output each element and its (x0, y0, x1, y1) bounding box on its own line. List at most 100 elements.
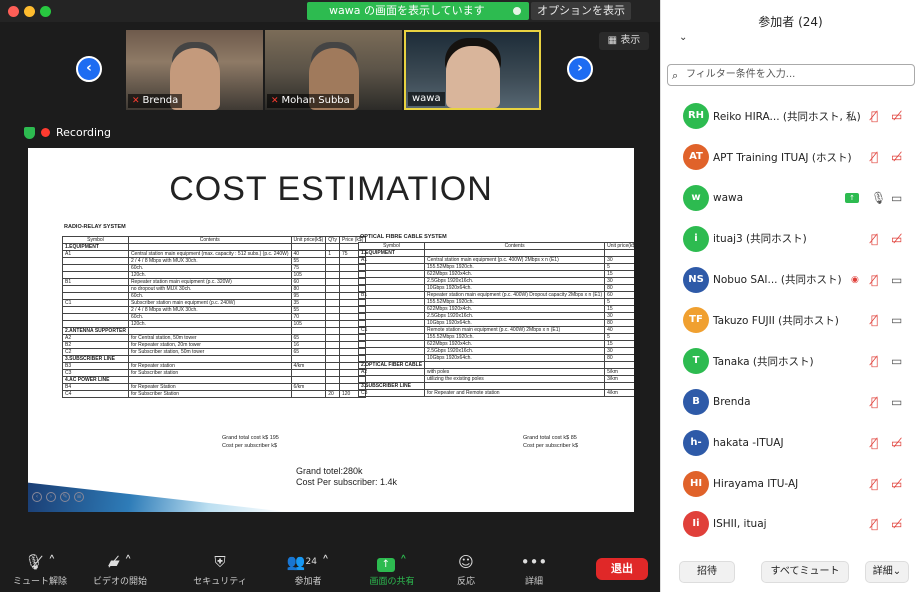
table-header-cell: Contents (127, 236, 292, 244)
next-video-page-button[interactable]: › (567, 56, 593, 82)
video-off-icon[interactable]: ▭̸ (891, 436, 902, 450)
view-options-button[interactable]: オプションを表示 ⌄ (531, 2, 631, 35)
table-row: 2.ANTENNA SUPPORTER (62, 327, 367, 335)
table-cell: 65 (290, 334, 327, 342)
menu-icon[interactable]: ≡ (74, 492, 84, 502)
optical-fibre-cost-table: SymbolContentsUnit price(k$)Q'tyPrice (k… (357, 242, 634, 397)
video-off-icon[interactable]: ▭̸ (891, 517, 902, 531)
mic-muted-icon[interactable]: 🎙̸ (871, 313, 878, 327)
participants-label: 参加者 (294, 577, 322, 587)
maximize-window-button[interactable] (40, 6, 51, 17)
more-button[interactable]: ••• 詳細 (502, 552, 566, 587)
table-row: 2 / 4 / 8 Mbps with MUX 30ch. 55 (62, 257, 367, 265)
video-icon[interactable]: ▭ (891, 395, 902, 409)
invite-button[interactable]: 招待 (679, 561, 735, 583)
table-row: 622Mbps 1920x4ch. 15 (357, 305, 634, 313)
pen-icon[interactable]: ✎ (60, 492, 70, 502)
video-icon[interactable]: ▭ (891, 313, 902, 327)
video-thumbnail[interactable]: ✕ Mohan Subba (265, 30, 402, 110)
table-cell: 60ch. (127, 292, 292, 300)
participant-name: hakata -ITUAJ (713, 436, 784, 449)
table-cell: 6/km (290, 383, 327, 391)
mic-muted-icon[interactable]: 🎙̸ (871, 477, 878, 491)
table-cell: 16 (290, 341, 327, 349)
table-row: 2.5Gbps 1920x16ch. 30 (357, 312, 634, 320)
avatar: TF (683, 307, 709, 334)
table-row: no dropout with MUX 30ch. 80 (62, 285, 367, 293)
mute-all-button[interactable]: すべてミュート (761, 561, 849, 583)
participant-row[interactable]: NS Nobuo SAI... (共同ホスト) ◉ 🎙̸ ▭ (661, 259, 919, 300)
table-cell: 1.EQUIPMENT (357, 249, 426, 257)
table-cell (325, 292, 340, 300)
mic-muted-icon[interactable]: 🎙̸ (871, 150, 878, 164)
participants-icon: 👥24 ˄ (286, 553, 330, 571)
video-icon[interactable]: ▭ (891, 191, 902, 205)
table-row: A2 for Central station, 50m tower 65 (62, 334, 367, 342)
table-cell: B3 (62, 362, 129, 370)
panel-more-button[interactable]: 詳細⌄ (865, 561, 909, 583)
video-thumbnail-strip: ✕ Brenda ✕ Mohan Subba wawa (126, 30, 541, 110)
participants-button[interactable]: 👥24 ˄ 参加者 (276, 552, 340, 587)
close-window-button[interactable] (8, 6, 19, 17)
video-off-icon[interactable]: ▭̸ (891, 109, 902, 123)
participant-row[interactable]: AT APT Training ITUAJ (ホスト) 🎙̸ ▭̸ (661, 137, 919, 178)
participant-row[interactable]: i ituaj3 (共同ホスト) 🎙̸ ▭̸ (661, 218, 919, 259)
previous-video-page-button[interactable]: ‹ (76, 56, 102, 82)
video-icon[interactable]: ▭ (891, 354, 902, 368)
mic-muted-icon[interactable]: 🎙̸ (871, 273, 878, 287)
table-cell (325, 299, 340, 307)
video-thumbnail[interactable]: ✕ Brenda (126, 30, 263, 110)
view-layout-button[interactable]: ▦ 表示 (599, 32, 649, 50)
video-icon[interactable]: ▭ (891, 273, 902, 287)
participant-row[interactable]: T Tanaka (共同ホスト) 🎙̸ ▭ (661, 341, 919, 382)
mic-muted-icon[interactable]: 🎙̸ (871, 395, 878, 409)
video-off-icon[interactable]: ▭̸ (891, 150, 902, 164)
table-row: A1 Central station main equipment (max. c… (62, 250, 367, 258)
mic-muted-icon[interactable]: 🎙̸ (871, 232, 878, 246)
mic-icon[interactable]: 🎙 (871, 191, 886, 205)
table-cell: 75 (290, 264, 327, 272)
stop-share-icon[interactable] (511, 5, 523, 17)
participant-row[interactable]: Ii ISHII, ituaj 🎙̸ ▭̸ (661, 504, 919, 545)
leave-meeting-button[interactable]: 退出 (596, 558, 648, 580)
start-video-button[interactable]: ▰̸ ˄ ビデオの開始 (88, 552, 152, 587)
participant-row[interactable]: HI Hirayama ITU-AJ 🎙̸ ▭̸ (661, 463, 919, 504)
mic-muted-icon[interactable]: 🎙̸ (871, 517, 878, 531)
active-speaker-thumbnail[interactable]: wawa (404, 30, 541, 110)
next-slide-icon[interactable]: › (46, 492, 56, 502)
unmute-button[interactable]: 🎙︎̸ ˄ ミュート解除 (8, 552, 72, 587)
mic-muted-icon[interactable]: 🎙̸ (871, 354, 878, 368)
table-cell (604, 382, 634, 390)
participant-filter-input[interactable]: ⌕ フィルター条件を入力... (667, 64, 915, 86)
mic-muted-icon[interactable]: 🎙̸ (871, 109, 878, 123)
reactions-button[interactable]: ☺ 反応 (434, 552, 498, 587)
table-cell (357, 319, 426, 327)
smiley-icon: ☺ (458, 553, 474, 571)
table-cell: 55 (290, 257, 327, 265)
participant-row[interactable]: TF Takuzo FUJII (共同ホスト) 🎙̸ ▭ (661, 300, 919, 341)
table-cell: for Repeater station (127, 362, 292, 370)
table-row: 155.52Mbps 1920ch. 5 (357, 333, 634, 341)
video-off-icon[interactable]: ▭̸ (891, 477, 902, 491)
table-cell (325, 257, 340, 265)
table-cell (325, 278, 340, 286)
prev-slide-icon[interactable]: ‹ (32, 492, 42, 502)
video-off-icon[interactable]: ▭̸ (891, 232, 902, 246)
table-cell (325, 376, 340, 384)
participant-row[interactable]: B Brenda 🎙̸ ▭ (661, 382, 919, 423)
chevron-down-icon[interactable]: ⌄ (679, 16, 687, 60)
participant-row[interactable]: RH Reiko HIRA... (共同ホスト, 私) 🎙̸ ▭̸ (661, 96, 919, 137)
share-screen-button[interactable]: ↑ ˄ 画面の共有 (360, 552, 424, 587)
right-cost-per-subscriber: Cost per subscriber k$ (523, 443, 579, 449)
slide-title: COST ESTIMATION (169, 170, 493, 208)
avatar: w (683, 184, 709, 211)
table-header-cell: Symbol (357, 242, 426, 250)
table-row: B3 for Repeater station 4/km (62, 362, 367, 370)
table-cell: 60ch. (127, 264, 292, 272)
table-cell (357, 354, 426, 362)
mic-muted-icon[interactable]: 🎙̸ (871, 436, 878, 450)
security-button[interactable]: ⛨ セキュリティ (188, 552, 252, 587)
minimize-window-button[interactable] (24, 6, 35, 17)
participant-row[interactable]: h-hakata -ITUAJ 🎙̸ ▭̸ (661, 422, 919, 463)
participant-row[interactable]: w wawa ↑ 🎙 ▭ (661, 178, 919, 219)
